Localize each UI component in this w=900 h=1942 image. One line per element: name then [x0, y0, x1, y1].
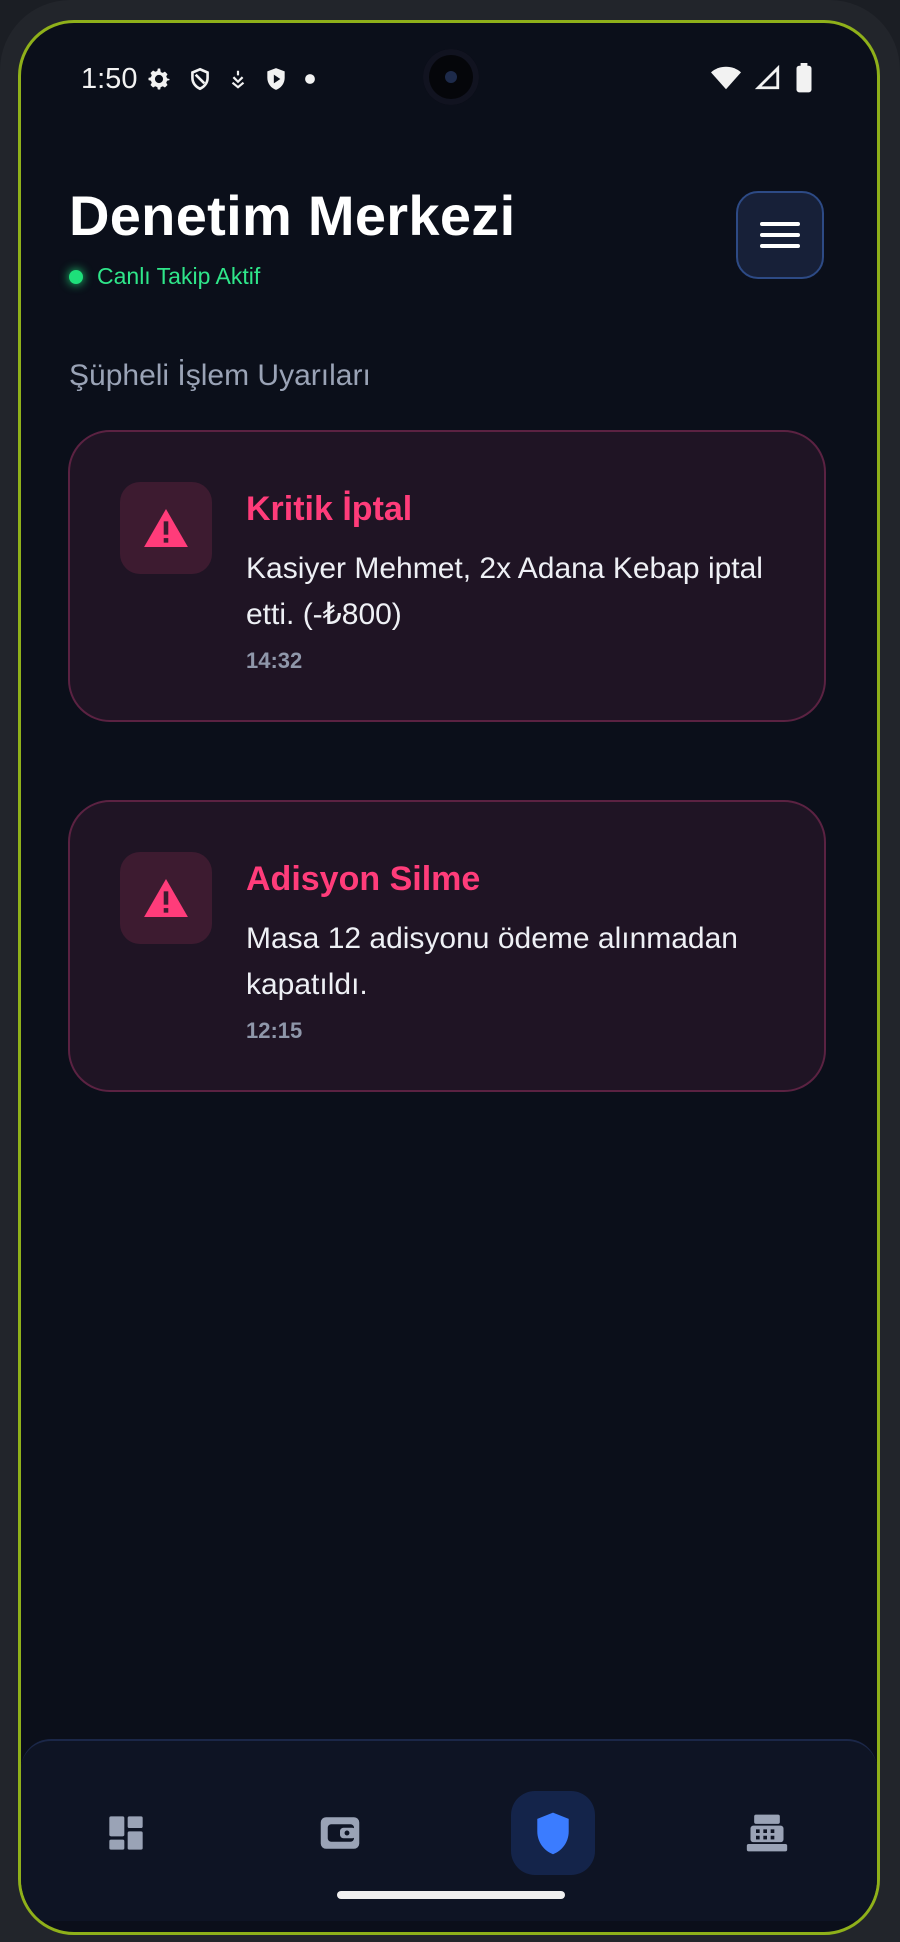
- shield-icon: [537, 1812, 569, 1855]
- front-camera: [423, 49, 479, 105]
- shield-outline-icon: [191, 67, 209, 91]
- device-frame: 1:50 Denetim Merkezi Canlı Takip Aktif Ş…: [0, 0, 900, 1942]
- alert-title: Kritik İptal: [246, 490, 413, 528]
- status-icons-left: [145, 65, 317, 93]
- alert-time: 14:32: [246, 648, 303, 673]
- page-title: Denetim Merkezi: [69, 184, 516, 247]
- nav-item-cash-register[interactable]: [725, 1791, 809, 1875]
- warning-icon: [144, 878, 188, 918]
- status-bar: 1:50: [21, 23, 877, 133]
- screen: 1:50 Denetim Merkezi Canlı Takip Aktif Ş…: [18, 20, 880, 1935]
- live-indicator-dot: [69, 269, 83, 284]
- section-title: Şüpheli İşlem Uyarıları: [69, 359, 371, 392]
- status-icons-right: [711, 63, 813, 93]
- alert-icon-box: [120, 482, 212, 574]
- warning-icon: [144, 508, 188, 548]
- nav-item-dashboard[interactable]: [84, 1791, 168, 1875]
- hamburger-menu-icon: [760, 222, 800, 248]
- battery-icon: [796, 63, 812, 93]
- dashboard-icon: [109, 1816, 143, 1850]
- menu-button[interactable]: [736, 191, 824, 279]
- settings-icon: [148, 68, 170, 90]
- live-status-text: Canlı Takip Aktif: [97, 263, 261, 289]
- nav-item-wallet[interactable]: [298, 1791, 382, 1875]
- status-time: 1:50: [81, 63, 138, 95]
- nav-item-shield[interactable]: [511, 1791, 595, 1875]
- alert-title: Adisyon Silme: [246, 860, 481, 898]
- alert-description: Masa 12 adisyonu ödeme alınmadan kapatıl…: [246, 922, 738, 1001]
- signal-icon: [755, 65, 780, 90]
- dot-icon: [305, 74, 315, 84]
- alert-icon-box: [120, 852, 212, 944]
- live-status: Canlı Takip Aktif: [69, 263, 260, 290]
- alert-card[interactable]: Kritik İptal Kasiyer Mehmet, 2x Adana Ke…: [68, 430, 826, 722]
- alert-card[interactable]: Adisyon Silme Masa 12 adisyonu ödeme alı…: [68, 800, 826, 1092]
- alert-description: Kasiyer Mehmet, 2x Adana Kebap iptal ett…: [246, 552, 763, 631]
- shield-play-icon: [267, 68, 285, 90]
- pin-icon: [231, 70, 245, 89]
- alert-time: 12:15: [246, 1018, 303, 1043]
- cash-register-icon: [746, 1814, 788, 1852]
- wifi-icon: [711, 66, 741, 90]
- wallet-icon: [320, 1817, 360, 1849]
- home-indicator[interactable]: [337, 1891, 565, 1899]
